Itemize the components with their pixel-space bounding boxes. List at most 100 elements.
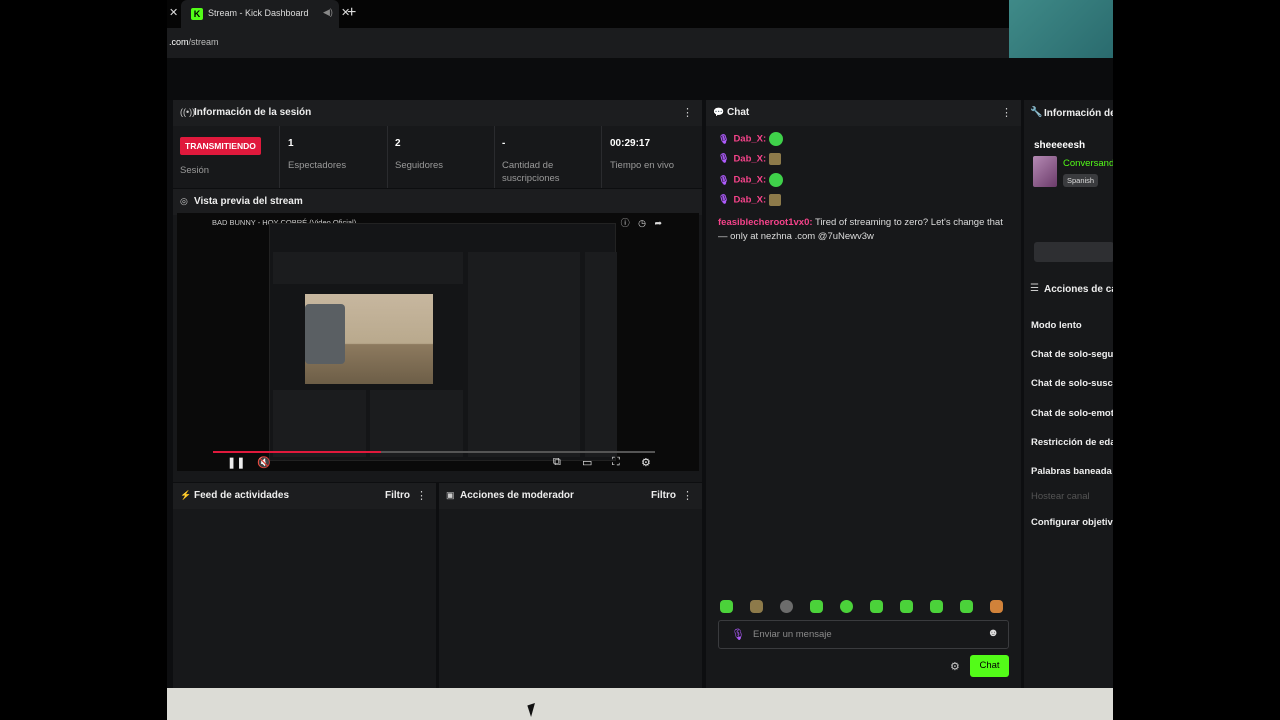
- chat-message-promo: feasiblecheroot1vx0: Tired of streaming …: [718, 216, 1014, 244]
- action-banned-words[interactable]: Palabras baneada: [1031, 466, 1112, 477]
- stat-label: Cantidad de suscripciones: [502, 160, 560, 184]
- action-age-restriction[interactable]: Restricción de eda: [1031, 437, 1113, 448]
- channel-sidebar: 🔧 Información de sheeeeesh Conversand Sp…: [1024, 100, 1113, 688]
- session-title: Información de la sesión: [194, 107, 312, 118]
- emote-icon[interactable]: [810, 600, 823, 613]
- video-progress-fill: [213, 451, 381, 453]
- language-badge: Spanish: [1063, 174, 1099, 187]
- channel-name: sheeeeesh: [1034, 140, 1086, 151]
- emote-icon[interactable]: [720, 600, 733, 613]
- live-status-badge: TRANSMITIENDO: [180, 137, 261, 155]
- chat-username[interactable]: Dab_X:: [733, 194, 766, 205]
- stat-label: Espectadores: [288, 160, 347, 171]
- channel-actions-header: ☰ Acciones de ca: [1024, 276, 1113, 302]
- chat-input-placeholder: Enviar un mensaje: [753, 629, 832, 640]
- chat-username[interactable]: feasiblecheroot1vx0:: [718, 217, 813, 228]
- action-configure-goal[interactable]: Configurar objetiv: [1031, 517, 1113, 528]
- emoji-picker-icon[interactable]: ☻: [987, 627, 999, 639]
- emote-icon[interactable]: [780, 600, 793, 613]
- shield-icon: ▣: [446, 490, 455, 500]
- mod-actions-panel: ▣ Acciones de moderador Filtro ⋮: [439, 483, 702, 688]
- chat-message-input[interactable]: 🎙 Enviar un mensaje ☻: [718, 620, 1009, 649]
- pip-icon[interactable]: ⧉: [553, 456, 561, 469]
- box-emote-icon: [769, 193, 782, 206]
- desktop-background: [1009, 0, 1113, 58]
- action-slow-mode[interactable]: Modo lento: [1031, 320, 1082, 331]
- preview-header: ◎ Vista previa del stream: [173, 189, 702, 215]
- preview-side-box: [585, 252, 617, 457]
- video-progress-bar[interactable]: [213, 451, 655, 453]
- channel-actions-title: Acciones de ca: [1044, 284, 1113, 295]
- action-emotes-only[interactable]: Chat de solo-emot: [1031, 408, 1113, 419]
- stat-value: 2: [395, 138, 401, 149]
- stat-value: 1: [288, 138, 294, 149]
- kick-favicon-icon: K: [191, 8, 203, 20]
- preview-mod-box: [370, 390, 463, 457]
- channel-info-title: Información de: [1044, 108, 1113, 119]
- chat-messages: 🎙 Dab_X: 🎙 Dab_X: 🎙 Dab_X: 🎙 Dab_X:: [718, 132, 1014, 214]
- list-icon: ☰: [1030, 283, 1039, 294]
- frog-emote-icon: [769, 132, 784, 146]
- video-player[interactable]: BAD BUNNY - HOY COBRÉ (Video Oficial) ⓘ …: [177, 213, 699, 471]
- browser-tab[interactable]: K Stream - Kick Dashboard ◀) ✕: [181, 0, 350, 28]
- preview-title: Vista previa del stream: [194, 196, 303, 207]
- more-options-icon[interactable]: ⋮: [416, 489, 427, 502]
- emote-icon[interactable]: [900, 600, 913, 613]
- settings-gear-icon[interactable]: ⚙: [641, 456, 651, 469]
- chat-username[interactable]: Dab_X:: [733, 153, 766, 164]
- activity-feed-panel: ⚡ Feed de actividades Filtro ⋮: [173, 483, 436, 688]
- chat-message: 🎙 Dab_X:: [718, 152, 1014, 174]
- chat-message: 🎙 Dab_X:: [718, 193, 1014, 215]
- emote-quick-bar: [720, 600, 1012, 616]
- frog-emote-icon: [769, 173, 784, 187]
- more-options-icon[interactable]: ⋮: [682, 106, 693, 119]
- action-host-channel[interactable]: Hostear canal: [1031, 491, 1090, 502]
- stat-value: 00:29:17: [610, 138, 651, 149]
- emote-icon[interactable]: [930, 600, 943, 613]
- channel-info-header: 🔧 Información de: [1024, 100, 1113, 126]
- mic-badge-icon: 🎙: [718, 194, 730, 205]
- os-taskbar: [167, 688, 1113, 720]
- emote-icon[interactable]: [960, 600, 973, 613]
- tab-title: Stream - Kick Dashboard: [208, 8, 309, 18]
- fullscreen-icon[interactable]: ⛶: [612, 456, 620, 469]
- recursive-dashboard-preview: [269, 223, 617, 461]
- url-text: .com/stream: [169, 37, 219, 47]
- theater-icon[interactable]: ▭: [582, 456, 592, 469]
- action-followers-only[interactable]: Chat de solo-segu: [1031, 349, 1113, 360]
- new-tab-icon[interactable]: +: [347, 4, 356, 22]
- emote-icon[interactable]: [990, 600, 1003, 613]
- video-top-icons[interactable]: ⓘ ◷ ➦: [621, 216, 665, 229]
- emote-icon[interactable]: [750, 600, 763, 613]
- emote-icon[interactable]: [870, 600, 883, 613]
- activity-feed-header: ⚡ Feed de actividades Filtro ⋮: [173, 483, 436, 509]
- address-bar[interactable]: .com/stream: [167, 28, 1009, 58]
- category-link[interactable]: Conversand: [1063, 158, 1113, 169]
- more-options-icon[interactable]: ⋮: [1001, 106, 1012, 119]
- preview-icon: ◎: [180, 196, 188, 206]
- preview-feed-box: [273, 390, 366, 457]
- emote-icon[interactable]: [840, 600, 853, 613]
- chat-username[interactable]: Dab_X:: [733, 134, 766, 145]
- mic-badge-icon: 🎙: [718, 153, 730, 164]
- lightning-icon: ⚡: [180, 490, 192, 500]
- mute-icon[interactable]: ◀): [323, 7, 333, 18]
- chat-settings-gear-icon[interactable]: ⚙: [950, 660, 960, 673]
- more-options-icon[interactable]: ⋮: [682, 489, 693, 502]
- volume-muted-icon[interactable]: 🔇: [257, 456, 271, 469]
- chat-message: 🎙 Dab_X:: [718, 173, 1014, 194]
- stat-session: TRANSMITIENDO Sesión: [173, 126, 280, 188]
- pause-icon[interactable]: ❚❚: [227, 456, 245, 469]
- filter-button[interactable]: Filtro: [651, 490, 676, 501]
- chat-bubble-icon: 💬: [713, 107, 725, 117]
- close-icon[interactable]: ✕: [169, 6, 178, 19]
- chat-header: 💬 Chat ⋮: [706, 100, 1021, 126]
- send-chat-button[interactable]: Chat: [970, 655, 1009, 677]
- chat-message: 🎙 Dab_X:: [718, 132, 1014, 153]
- chat-username[interactable]: Dab_X:: [733, 175, 766, 186]
- preview-session-box: [273, 252, 463, 284]
- filter-button[interactable]: Filtro: [385, 490, 410, 501]
- edit-info-button[interactable]: [1034, 242, 1113, 262]
- action-subscribers-only[interactable]: Chat de solo-susc: [1031, 378, 1113, 389]
- stat-label: Seguidores: [395, 160, 444, 171]
